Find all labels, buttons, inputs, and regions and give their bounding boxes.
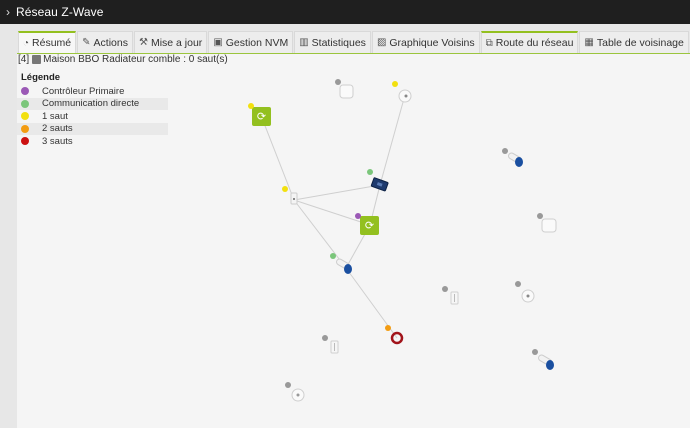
route-link bbox=[293, 184, 381, 201]
graph-links bbox=[261, 94, 406, 339]
status-dot bbox=[285, 382, 291, 388]
status-dot bbox=[442, 286, 448, 292]
node-round-right[interactable] bbox=[515, 281, 535, 303]
svg-text:⟳: ⟳ bbox=[257, 110, 266, 123]
node-controller[interactable]: ⟳ bbox=[355, 213, 379, 235]
status-dot bbox=[532, 349, 538, 355]
node-round-bottom[interactable] bbox=[285, 382, 305, 402]
status-dot bbox=[392, 81, 398, 87]
status-dot bbox=[330, 253, 336, 259]
node-switch-low[interactable] bbox=[322, 335, 339, 354]
network-route-graph: ⟳ ⟳ bbox=[248, 79, 557, 402]
cube-icon bbox=[541, 218, 557, 233]
route-link bbox=[293, 199, 371, 226]
node-usb-stick[interactable] bbox=[367, 169, 389, 192]
node-right-blue-1[interactable] bbox=[502, 148, 523, 167]
status-dot bbox=[537, 213, 543, 219]
status-dot bbox=[282, 186, 288, 192]
status-dot bbox=[355, 213, 361, 219]
status-dot bbox=[515, 281, 521, 287]
node-right-blue-2[interactable] bbox=[532, 349, 554, 370]
node-top-right[interactable] bbox=[392, 81, 412, 103]
cube-icon bbox=[339, 84, 354, 99]
status-dot bbox=[367, 169, 373, 175]
node-blue-sensor-center[interactable] bbox=[330, 253, 352, 274]
route-link bbox=[261, 117, 295, 201]
status-dot bbox=[502, 148, 508, 154]
node-right-white-cube[interactable] bbox=[537, 213, 557, 233]
node-red-ring[interactable] bbox=[385, 325, 404, 345]
status-dot bbox=[248, 103, 254, 109]
route-link bbox=[379, 94, 406, 186]
node-top-left[interactable]: ⟳ bbox=[248, 103, 271, 126]
status-dot bbox=[322, 335, 328, 341]
route-link bbox=[293, 199, 347, 269]
status-dot bbox=[335, 79, 341, 85]
status-dot bbox=[385, 325, 391, 331]
svg-text:⟳: ⟳ bbox=[365, 219, 374, 232]
node-switch-mid[interactable] bbox=[442, 286, 459, 305]
node-top-center[interactable] bbox=[335, 79, 354, 99]
